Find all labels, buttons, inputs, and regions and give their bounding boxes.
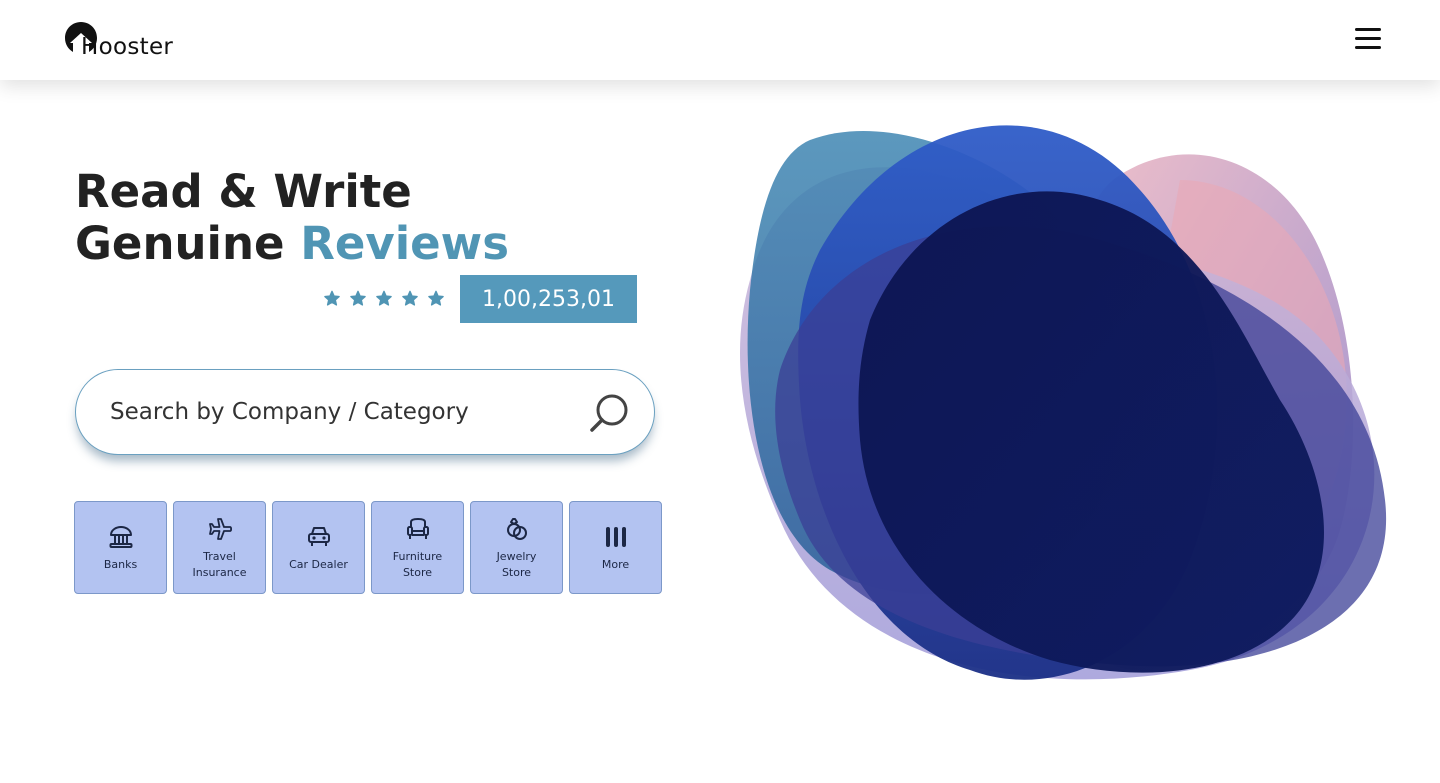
star-icon [350, 290, 366, 306]
search-input[interactable] [110, 390, 580, 434]
category-label: Travel Insurance [192, 549, 247, 579]
more-icon [602, 523, 630, 551]
star-icon [402, 290, 418, 306]
armchair-icon [404, 515, 432, 543]
category-furniture-store[interactable]: Furniture Store [371, 501, 464, 594]
star-icon [324, 290, 340, 306]
category-label: Jewelry Store [496, 549, 537, 579]
car-icon [305, 523, 333, 551]
headline-line-1: Read & Write [75, 165, 412, 218]
search-bar [75, 369, 655, 455]
logo-mark-icon [65, 22, 97, 52]
bank-icon [107, 523, 135, 551]
search-icon[interactable] [588, 391, 632, 435]
category-jewelry-store[interactable]: Jewelry Store [470, 501, 563, 594]
review-count-badge: 1,00,253,01 [460, 275, 637, 323]
category-list: Banks Travel Insurance Car Dealer Furnit… [74, 501, 662, 594]
category-banks[interactable]: Banks [74, 501, 167, 594]
hero-headline: Read & Write Genuine Reviews [75, 166, 509, 270]
category-label: More [601, 557, 630, 571]
decorative-blob-illustration [740, 125, 1387, 680]
brand-logo[interactable]: Hooster [64, 20, 173, 60]
headline-accent-word: Reviews [300, 217, 509, 270]
rings-icon [503, 515, 531, 543]
hamburger-menu-icon[interactable] [1352, 28, 1384, 52]
category-travel-insurance[interactable]: Travel Insurance [173, 501, 266, 594]
category-label: Car Dealer [289, 557, 348, 571]
headline-line-2-prefix: Genuine [75, 217, 285, 270]
category-label: Banks [103, 557, 138, 571]
airplane-icon [206, 515, 234, 543]
category-more[interactable]: More [569, 501, 662, 594]
category-car-dealer[interactable]: Car Dealer [272, 501, 365, 594]
top-navbar: Hooster [0, 0, 1440, 80]
category-label: Furniture Store [392, 549, 443, 579]
star-icon [428, 290, 444, 306]
rating-stars [323, 290, 445, 307]
star-icon [376, 290, 392, 306]
